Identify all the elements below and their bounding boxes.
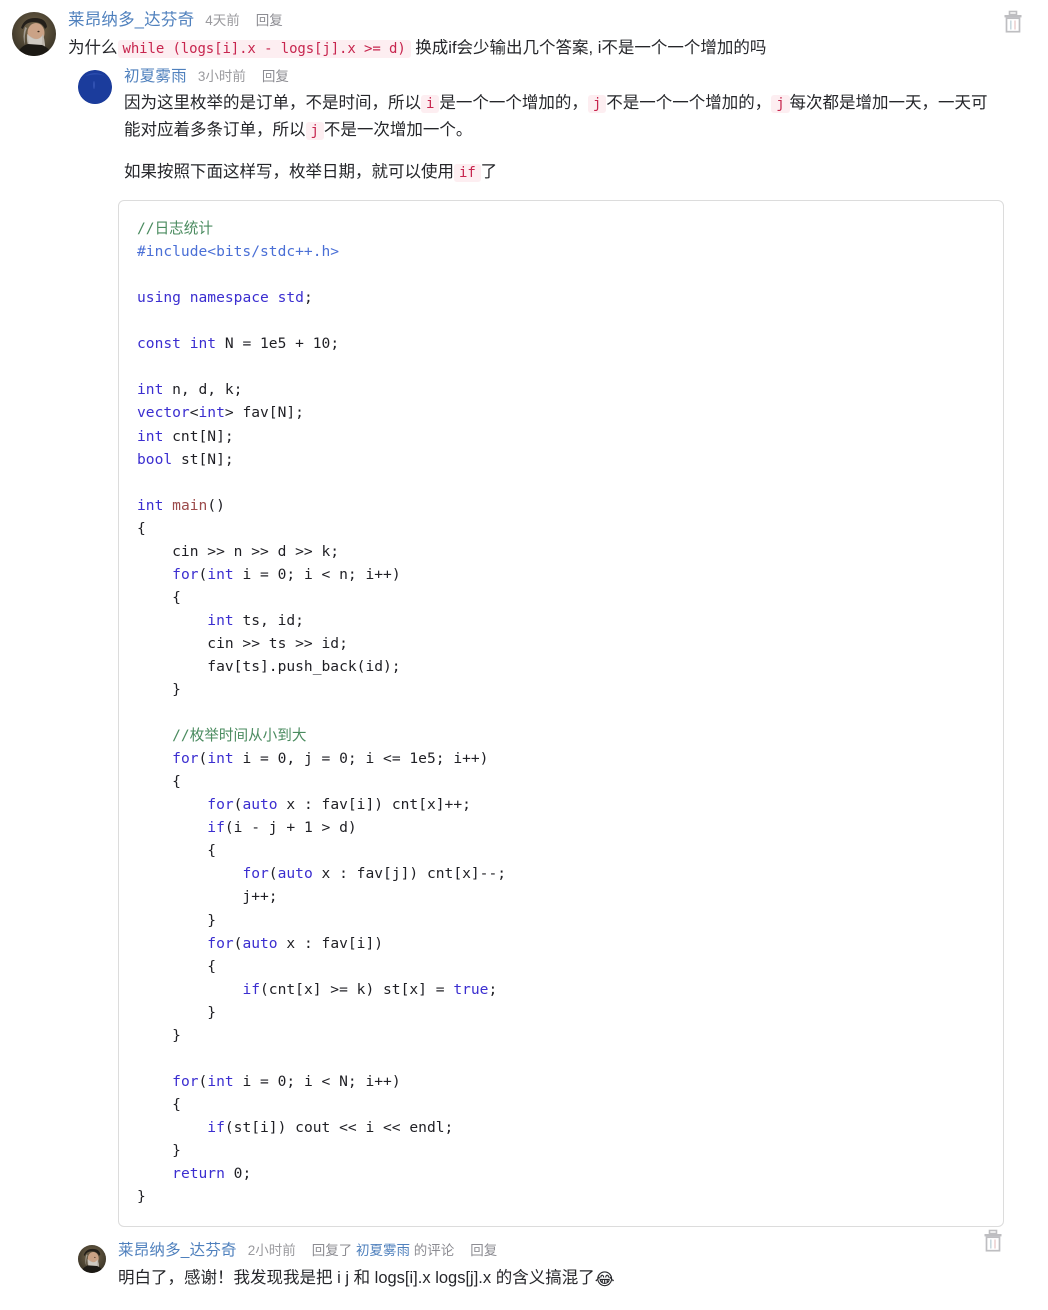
comment-root: 莱昂纳多_达芬奇 4天前 回复 为什么 while (logs[i].x - lo… bbox=[0, 0, 1048, 63]
comment-text: 因为这里枚举的是订单，不是时间，所以 i 是一个一个增加的， j 不是一个一个增加的， j… bbox=[124, 90, 1004, 186]
comment-thread: 莱昂纳多_达芬奇 4天前 回复 为什么 while (logs[i].x - lo… bbox=[0, 0, 1048, 1310]
comment-meta: 莱昂纳多_达芬奇 2小时前 回复了 初夏雾雨 的评论 回复 bbox=[118, 1241, 1004, 1261]
comment-body: 初夏雾雨 3小时前 回复 因为这里枚举的是订单，不是时间，所以 i 是一个一个增加的… bbox=[112, 67, 1004, 186]
inline-code: i bbox=[421, 94, 440, 113]
text-fragment: 了 bbox=[480, 163, 498, 182]
code-block[interactable]: //日志统计 #include<bits/stdc++.h> using nam… bbox=[118, 200, 1004, 1228]
comment-body: 莱昂纳多_达芬奇 4天前 回复 为什么 while (logs[i].x - lo… bbox=[56, 10, 1004, 63]
code-content: //日志统计 #include<bits/stdc++.h> using nam… bbox=[137, 220, 507, 1206]
comment-text: 明白了，感谢！我发现我是把 i j 和 logs[i].x logs[j].x … bbox=[118, 1264, 1004, 1295]
joy-emoji-icon: 😂 bbox=[594, 1270, 615, 1291]
text-fragment: 为什么 bbox=[68, 39, 118, 58]
replied-suffix: 的评论 bbox=[413, 1243, 455, 1259]
reply-button[interactable]: 回复 bbox=[262, 68, 289, 86]
text-fragment: 因为这里枚举的是订单，不是时间，所以 bbox=[124, 93, 421, 112]
inline-code: while (logs[i].x - logs[j].x >= d) bbox=[117, 40, 411, 59]
comment-text: 为什么 while (logs[i].x - logs[j].x >= d) 换成… bbox=[68, 34, 1004, 62]
replied-prefix: 回复了 bbox=[311, 1243, 353, 1259]
text-fragment: 不是一次增加一个。 bbox=[323, 120, 473, 139]
reply-button[interactable]: 回复 bbox=[256, 12, 283, 30]
text-fragment: 明白了，感谢！我发现我是把 i j 和 logs[i].x logs[j].x … bbox=[118, 1269, 595, 1288]
inline-code: if bbox=[454, 164, 481, 183]
delete-comment-icon-bottom[interactable] bbox=[982, 1229, 1004, 1253]
comment-meta: 初夏雾雨 3小时前 回复 bbox=[124, 67, 1004, 87]
text-fragment: 如果按照下面这样写，枚举日期，就可以使用 bbox=[124, 163, 454, 182]
comment-body: 莱昂纳多_达芬奇 2小时前 回复了 初夏雾雨 的评论 回复 明白了，感谢！我发现… bbox=[106, 1241, 1004, 1295]
paragraph: 因为这里枚举的是订单，不是时间，所以 i 是一个一个增加的， j 不是一个一个增加的， j… bbox=[124, 90, 1004, 143]
comment-time: 4天前 bbox=[205, 13, 240, 28]
replied-to-label: 回复了 初夏雾雨 的评论 bbox=[312, 1242, 455, 1260]
comment-time: 3小时前 bbox=[197, 68, 246, 84]
reply-button[interactable]: 回复 bbox=[470, 1242, 497, 1260]
paragraph: 如果按照下面这样写，枚举日期，就可以使用 if 了 bbox=[124, 159, 1004, 186]
avatar-davinci[interactable] bbox=[78, 1245, 106, 1274]
comment-root-last: 莱昂纳多_达芬奇 2小时前 回复了 初夏雾雨 的评论 回复 明白了，感谢！我发现… bbox=[0, 1237, 1048, 1295]
comment-reply: 初夏雾雨 3小时前 回复 因为这里枚举的是订单，不是时间，所以 i 是一个一个增加的… bbox=[0, 63, 1048, 186]
inline-code: j bbox=[305, 121, 324, 140]
replied-to-user[interactable]: 初夏雾雨 bbox=[356, 1243, 410, 1258]
inline-code: j bbox=[771, 94, 790, 113]
avatar-blue-circle[interactable] bbox=[78, 69, 112, 104]
comment-author[interactable]: 莱昂纳多_达芬奇 bbox=[118, 1241, 237, 1261]
comment-author[interactable]: 初夏雾雨 bbox=[124, 67, 187, 87]
avatar-davinci[interactable] bbox=[12, 12, 56, 56]
comment-author[interactable]: 莱昂纳多_达芬奇 bbox=[68, 10, 194, 31]
text-fragment: 换成if会少输出几个答案, i不是一个一个增加的吗 bbox=[410, 39, 767, 58]
comment-time: 2小时前 bbox=[247, 1243, 296, 1259]
comment-meta: 莱昂纳多_达芬奇 4天前 回复 bbox=[68, 10, 1004, 31]
inline-code: j bbox=[587, 94, 607, 113]
text-fragment: 不是一个一个增加的， bbox=[606, 93, 772, 112]
text-fragment: 是一个一个增加的， bbox=[439, 93, 588, 112]
